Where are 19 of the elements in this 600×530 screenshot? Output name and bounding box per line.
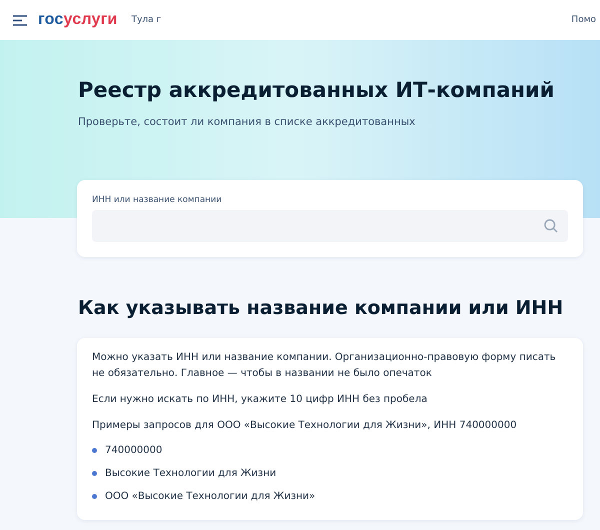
info-paragraph: Если нужно искать по ИНН, укажите 10 цифр ИНН без пробела xyxy=(92,393,428,407)
info-paragraph: Можно указать ИНН или название компании. Организационно-правовую форму писать не обязательно. Главное — чтобы в названии не было опечаток xyxy=(92,351,557,381)
logo[interactable]: госуслуги xyxy=(38,11,118,29)
bullet-icon xyxy=(92,494,97,499)
city-link[interactable]: Тула г xyxy=(131,15,162,25)
menu-icon[interactable] xyxy=(13,14,27,26)
section-title: Как указывать название компании или ИНН xyxy=(78,297,564,319)
field-label: ИНН или название компании xyxy=(92,195,223,205)
search-field[interactable] xyxy=(92,210,568,242)
example-text: 740000000 xyxy=(105,445,162,456)
page-subtitle: Проверьте, состоит ли компания в списке аккредитованных xyxy=(78,116,416,128)
search-icon[interactable] xyxy=(544,219,558,233)
example-text: ООО «Высокие Технологии для Жизни» xyxy=(105,491,316,502)
bullet-icon xyxy=(92,448,97,453)
example-text: Высокие Технологии для Жизни xyxy=(105,468,276,479)
help-link[interactable]: Помо xyxy=(571,15,596,25)
bullet-icon xyxy=(92,471,97,476)
info-paragraph: Примеры запросов для ООО «Высокие Технологии для Жизни», ИНН 740000000 xyxy=(92,419,518,433)
page-title: Реестр аккредитованных ИТ-компаний xyxy=(78,78,556,102)
